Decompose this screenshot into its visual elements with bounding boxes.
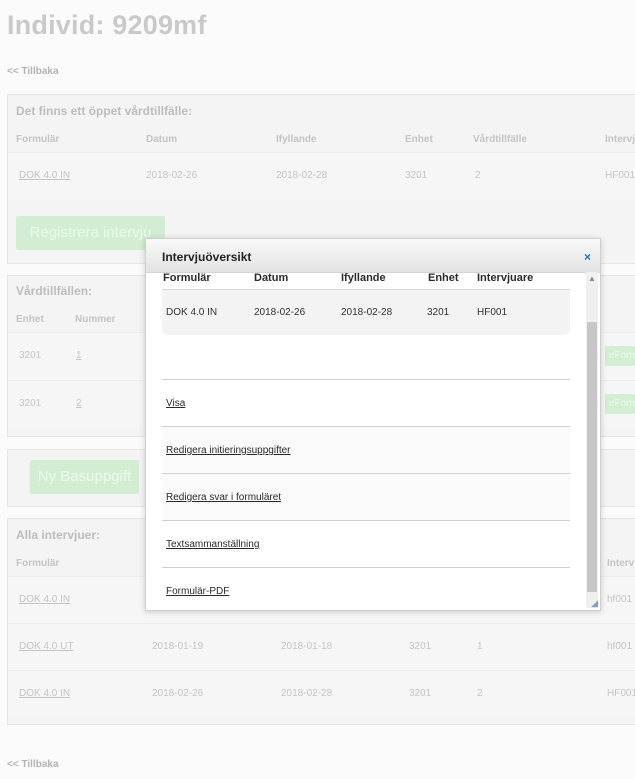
- form-pdf-link[interactable]: Formulär-PDF: [166, 586, 229, 597]
- col-ifyllande: Ifyllande: [276, 134, 317, 145]
- table-row: DOK 4.0 IN 2018-02-26 2018-02-28 3201 HF…: [162, 290, 570, 335]
- scroll-up-icon[interactable]: ▲: [586, 272, 598, 286]
- filled-cell: 2018-02-28: [341, 307, 393, 318]
- table-row: DOK 4.0 UT 2018-01-19 2018-01-18 3201 1 …: [8, 623, 635, 671]
- filled-cell: 2018-02-28: [281, 688, 333, 699]
- unit-cell: 3201: [409, 641, 432, 652]
- menu-item-edit-init[interactable]: Redigera initieringsuppgifter: [162, 426, 570, 473]
- date-cell: 2018-02-26: [146, 170, 198, 181]
- edit-initiation-link[interactable]: Redigera initieringsuppgifter: [166, 445, 291, 456]
- interviewer-cell: HF001: [607, 688, 635, 699]
- dialog-title: Intervjuöversikt: [162, 250, 252, 264]
- col-formular: Formulär: [16, 134, 60, 145]
- interviewer-cell: HF001: [477, 307, 508, 318]
- back-link-top[interactable]: << Tillbaka: [7, 66, 59, 77]
- unit-cell: 3201: [19, 350, 42, 361]
- interviewer-cell: hf001: [607, 641, 633, 652]
- date-cell: 2018-02-26: [152, 688, 204, 699]
- col-enhet: Enhet: [428, 272, 459, 284]
- date-cell: 2018-02-26: [254, 307, 306, 318]
- visit-cell: 1: [477, 641, 483, 652]
- filled-cell: 2018-02-28: [276, 170, 328, 181]
- form-cell: DOK 4.0 IN: [166, 307, 218, 318]
- table-row: DOK 4.0 IN 2018-02-26 2018-02-28 3201 2 …: [8, 670, 635, 718]
- visits-title: Vårdtillfällen:: [16, 284, 93, 298]
- menu-item-form-pdf[interactable]: Formulär-PDF: [162, 567, 570, 610]
- menu-item-edit-answers[interactable]: Redigera svar i formuläret: [162, 473, 570, 520]
- visit-cell: 2: [477, 688, 483, 699]
- col-intervjuare: Intervjuare: [477, 272, 534, 284]
- unit-cell: 3201: [19, 398, 42, 409]
- col-enhet: Enhet: [16, 314, 44, 325]
- unit-cell: 3201: [409, 688, 432, 699]
- form-link[interactable]: DOK 4.0 IN: [19, 170, 70, 181]
- new-basic-task-button[interactable]: Ny Basuppgift: [30, 460, 139, 494]
- visit-number-link[interactable]: 2: [76, 398, 82, 409]
- col-enhet: Enhet: [405, 134, 433, 145]
- back-link-bottom[interactable]: << Tillbaka: [7, 759, 59, 770]
- dialog-body: Formulär Datum Ifyllande Enhet Intervjua…: [146, 272, 600, 610]
- menu-item-text-summary[interactable]: Textsammanställning: [162, 520, 570, 567]
- all-interviews-title: Alla intervjuer:: [16, 528, 101, 542]
- filled-cell: 2018-01-18: [281, 641, 333, 652]
- eform-button[interactable]: eForm: [605, 346, 635, 366]
- unit-cell: 3201: [427, 307, 450, 318]
- menu-item-visa[interactable]: Visa: [162, 379, 570, 426]
- page-title: Individ: 9209mf: [7, 10, 207, 40]
- date-cell: 2018-01-19: [152, 641, 204, 652]
- form-link[interactable]: DOK 4.0 IN: [19, 688, 70, 699]
- visit-number-link[interactable]: 1: [76, 350, 82, 361]
- register-interview-button[interactable]: Registrera intervju: [16, 216, 165, 250]
- eform-button[interactable]: eForm: [605, 394, 635, 414]
- col-formular: Formulär: [163, 272, 211, 284]
- interview-overview-dialog: Intervjuöversikt × Formulär Datum Ifylla…: [145, 238, 601, 611]
- form-link[interactable]: DOK 4.0 UT: [19, 641, 73, 652]
- col-intervjuare: Intervj: [605, 134, 635, 145]
- col-datum: Datum: [254, 272, 289, 284]
- interviewer-cell: HF001: [605, 170, 635, 181]
- form-link[interactable]: DOK 4.0 IN: [19, 594, 70, 605]
- col-intervjuare: Interv: [607, 558, 635, 569]
- scroll-thumb[interactable]: [587, 322, 597, 592]
- close-icon[interactable]: ×: [584, 250, 591, 264]
- unit-cell: 3201: [405, 170, 428, 181]
- col-formular: Formulär: [16, 558, 60, 569]
- edit-answers-link[interactable]: Redigera svar i formuläret: [166, 492, 281, 503]
- col-vardtillfalle: Vårdtillfälle: [473, 134, 527, 145]
- text-summary-link[interactable]: Textsammanställning: [166, 539, 259, 550]
- visit-cell: 2: [475, 170, 481, 181]
- interviewer-cell: hf001: [607, 594, 633, 605]
- col-datum: Datum: [146, 134, 178, 145]
- view-link[interactable]: Visa: [166, 398, 185, 409]
- col-ifyllande: Ifyllande: [341, 272, 386, 284]
- dialog-scrollbar[interactable]: ▲: [586, 272, 598, 608]
- resize-handle-icon[interactable]: ◢: [591, 598, 598, 609]
- dialog-titlebar[interactable]: Intervjuöversikt ×: [146, 239, 600, 273]
- open-visit-title: Det finns ett öppet vårdtillfälle:: [16, 104, 193, 118]
- col-nummer: Nummer: [75, 314, 116, 325]
- table-row: DOK 4.0 IN 2018-02-26 2018-02-28 3201 2 …: [8, 152, 635, 199]
